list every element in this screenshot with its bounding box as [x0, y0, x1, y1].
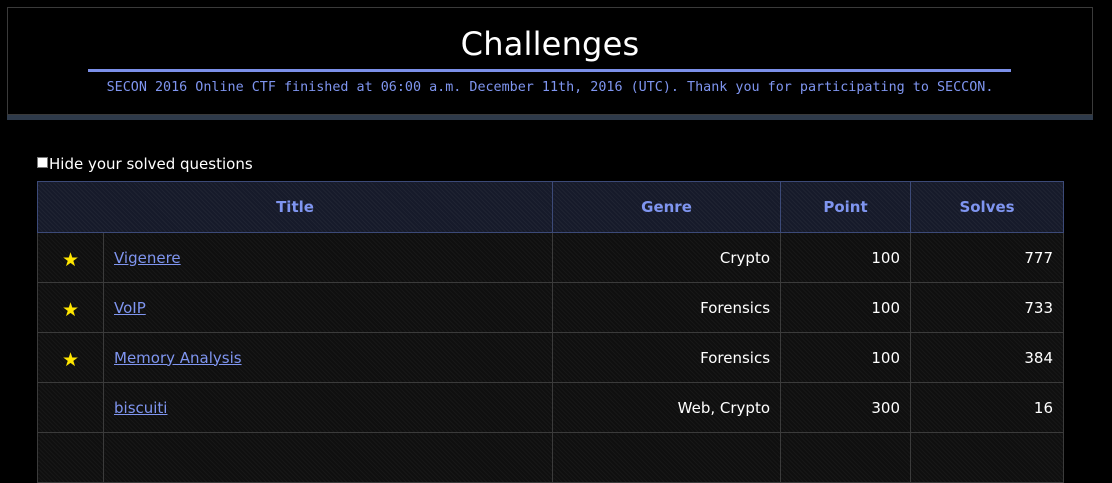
- page-title: Challenges: [460, 25, 640, 63]
- solved-star-cell: ★: [37, 282, 104, 333]
- column-header-point[interactable]: Point: [780, 181, 912, 233]
- challenge-title-cell: biscuiti: [102, 382, 554, 433]
- table-row: ★ Memory Analysis Forensics 100 384: [37, 332, 1065, 383]
- solved-star-cell: ★: [37, 232, 104, 283]
- star-icon: ★: [61, 299, 80, 321]
- challenge-link[interactable]: biscuiti: [114, 399, 167, 417]
- solved-star-cell: [37, 382, 104, 433]
- challenge-title-cell: VoIP: [102, 282, 554, 333]
- challenge-solves: 777: [910, 232, 1065, 283]
- table-row: biscuiti Web, Crypto 300 16: [37, 382, 1065, 433]
- challenge-link[interactable]: Memory Analysis: [114, 349, 242, 367]
- challenge-genre: Forensics: [552, 282, 782, 333]
- challenge-title-cell: [102, 432, 554, 483]
- challenge-genre: Web, Crypto: [552, 382, 782, 433]
- ctf-finished-notice: SECON 2016 Online CTF finished at 06:00 …: [106, 80, 994, 95]
- challenge-point: 100: [780, 232, 912, 283]
- column-header-title[interactable]: Title: [36, 181, 554, 233]
- challenge-solves: 16: [910, 382, 1065, 433]
- challenge-point: 100: [780, 282, 912, 333]
- challenge-genre: [552, 432, 782, 483]
- table-row: ★ VoIP Forensics 100 733: [37, 282, 1065, 333]
- table-header-row: Title Genre Point Solves: [36, 181, 1065, 233]
- solved-star-cell: ★: [37, 332, 104, 383]
- hide-solved-toggle[interactable]: Hide your solved questions: [37, 155, 253, 173]
- hide-solved-label: Hide your solved questions: [49, 155, 253, 173]
- challenge-point: 100: [780, 332, 912, 383]
- table-row: [37, 432, 1065, 483]
- table-row: ★ Vigenere Crypto 100 777: [37, 232, 1065, 283]
- challenge-point: [780, 432, 912, 483]
- challenge-title-cell: Memory Analysis: [102, 332, 554, 383]
- challenge-link[interactable]: VoIP: [114, 299, 146, 317]
- title-underline: [88, 69, 1011, 72]
- challenge-solves: [910, 432, 1065, 483]
- header-box: Challenges SECON 2016 Online CTF finishe…: [7, 7, 1093, 115]
- column-header-genre[interactable]: Genre: [552, 181, 782, 233]
- challenge-link[interactable]: Vigenere: [114, 249, 181, 267]
- challenge-point: 300: [780, 382, 912, 433]
- challenge-solves: 384: [910, 332, 1065, 383]
- challenge-solves: 733: [910, 282, 1065, 333]
- solved-star-cell: [37, 432, 104, 483]
- challenge-genre: Crypto: [552, 232, 782, 283]
- challenge-genre: Forensics: [552, 332, 782, 383]
- hide-solved-checkbox[interactable]: [37, 157, 48, 168]
- header-divider: [7, 115, 1093, 120]
- star-icon: ★: [61, 349, 80, 371]
- challenge-title-cell: Vigenere: [102, 232, 554, 283]
- challenges-table: Title Genre Point Solves ★ Vigenere Cryp…: [36, 181, 1065, 483]
- column-header-solves[interactable]: Solves: [910, 181, 1065, 233]
- star-icon: ★: [61, 249, 80, 271]
